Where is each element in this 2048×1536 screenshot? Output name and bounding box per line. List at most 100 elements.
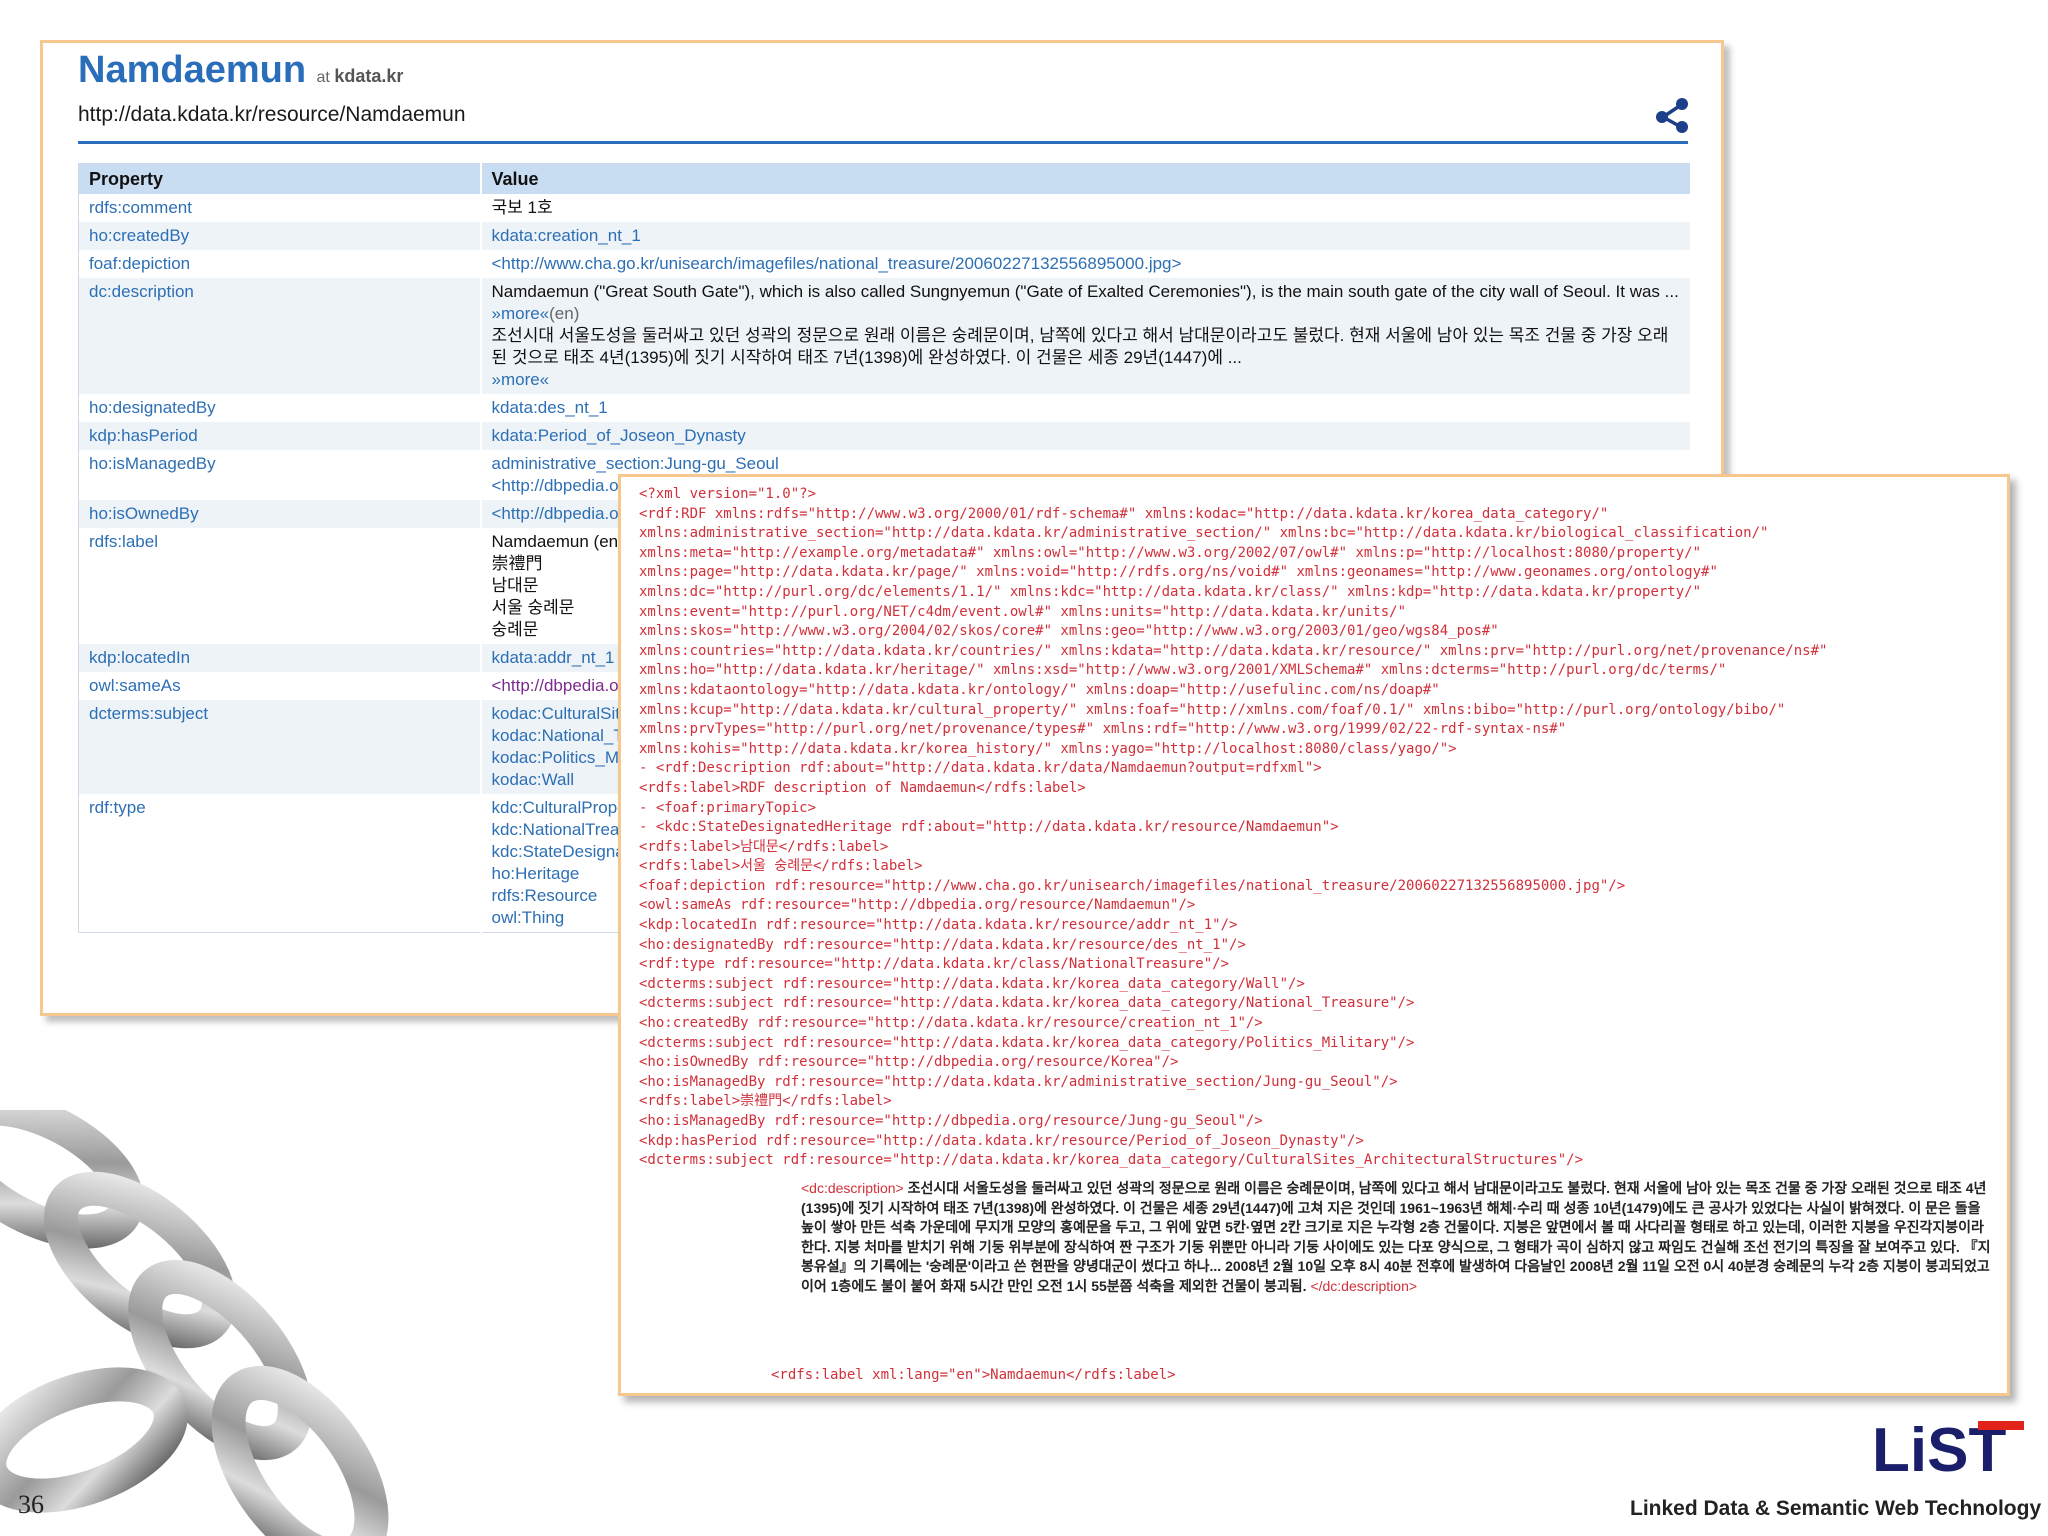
xml-line: <dcterms:subject rdf:resource="http://da… xyxy=(639,995,1415,1012)
entity-title-row: Namdaemun at kdata.kr xyxy=(78,49,403,99)
page-number: 36 xyxy=(18,1490,44,1519)
value-link[interactable]: kdata:Period_of_Joseon_Dynasty xyxy=(492,425,1680,447)
more-link[interactable]: »more« xyxy=(492,369,1680,391)
xml-line: <dcterms:subject rdf:resource="http://da… xyxy=(639,975,1305,992)
more-link[interactable]: »more« xyxy=(492,304,550,323)
xml-line: <kdp:hasPeriod rdf:resource="http://data… xyxy=(639,1132,1364,1149)
xml-line: <ho:isOwnedBy rdf:resource="http://dbped… xyxy=(639,1054,1179,1071)
rdf-xml-panel: <?xml version="1.0"?> <rdf:RDF xmlns:rdfs… xyxy=(618,474,2010,1396)
xml-line: <rdf:type rdf:resource="http://data.kdat… xyxy=(639,956,1230,973)
source-name: kdata.kr xyxy=(334,66,404,86)
property-cell: dcterms:subject xyxy=(78,700,482,794)
xml-line: xmlns:page="http://data.kdata.kr/page/" … xyxy=(639,564,1718,581)
share-icon[interactable] xyxy=(1653,95,1693,135)
xml-line: <ho:createdBy rdf:resource="http://data.… xyxy=(639,1015,1263,1032)
xml-line: <ho:isManagedBy rdf:resource="http://dat… xyxy=(639,1073,1398,1090)
description-ko: 조선시대 서울도성을 둘러싸고 있던 성곽의 정문으로 원래 이름은 숭례문이며… xyxy=(492,325,1680,391)
table-row: ho:designatedBy kdata:des_nt_1 xyxy=(78,394,1692,422)
property-column-header: Property xyxy=(78,163,482,194)
xml-line: <dcterms:subject rdf:resource="http://da… xyxy=(639,1034,1415,1051)
xml-line: <owl:sameAs rdf:resource="http://dbpedia… xyxy=(639,897,1196,914)
table-row: foaf:depiction <http://www.cha.go.kr/unis… xyxy=(78,250,1692,278)
xml-line: xmlns:kcup="http://data.kdata.kr/cultura… xyxy=(639,701,1786,718)
xml-line: <rdfs:label>RDF description of Namdaemun… xyxy=(639,779,1086,796)
value-cell: kdata:creation_nt_1 xyxy=(480,222,1692,250)
property-link[interactable]: rdf:type xyxy=(89,798,146,817)
xml-line: - <kdc:StateDesignatedHeritage rdf:about… xyxy=(639,819,1339,836)
table-row: kdp:hasPeriod kdata:Period_of_Joseon_Dyna… xyxy=(78,422,1692,450)
xml-line: xmlns:administrative_section="http://dat… xyxy=(639,525,1769,542)
xml-line: xmlns:ho="http://data.kdata.kr/heritage/… xyxy=(639,662,1727,679)
description-en: Namdaemun ("Great South Gate"), which is… xyxy=(492,281,1680,325)
property-link[interactable]: rdfs:label xyxy=(89,532,158,551)
property-link[interactable]: foaf:depiction xyxy=(89,254,190,273)
value-cell: kdata:Period_of_Joseon_Dynasty xyxy=(480,422,1692,450)
property-cell: ho:isManagedBy xyxy=(78,450,482,500)
xml-line: xmlns:dc="http://purl.org/dc/elements/1.… xyxy=(639,583,1702,600)
property-link[interactable]: dc:description xyxy=(89,282,194,301)
xml-line: xmlns:skos="http://www.w3.org/2004/02/sk… xyxy=(639,623,1499,640)
xml-label-en-line: <rdfs:label xml:lang="en">Namdaemun</rdf… xyxy=(771,1367,1176,1383)
xml-line: <rdfs:label>崇禮門</rdfs:label> xyxy=(639,1093,892,1110)
chain-decoration xyxy=(0,1110,389,1536)
property-cell: rdfs:comment xyxy=(78,194,482,222)
xml-line: <?xml version="1.0"?> xyxy=(639,486,817,502)
property-link[interactable]: owl:sameAs xyxy=(89,676,181,695)
xml-line: <kdp:locatedIn rdf:resource="http://data… xyxy=(639,917,1238,934)
xml-line: xmlns:event="http://purl.org/NET/c4dm/ev… xyxy=(639,603,1407,620)
title-at-label: at xyxy=(316,69,330,86)
value-link[interactable]: <http://www.cha.go.kr/unisearch/imagefil… xyxy=(492,253,1680,275)
property-cell: kdp:locatedIn xyxy=(78,644,482,672)
value-link[interactable]: kdata:creation_nt_1 xyxy=(492,225,1680,247)
xml-line: <ho:isManagedBy rdf:resource="http://dbp… xyxy=(639,1113,1263,1129)
xml-line: <rdfs:label>남대문</rdfs:label> xyxy=(639,838,889,855)
property-cell: owl:sameAs xyxy=(78,672,482,700)
value-link[interactable]: kdata:des_nt_1 xyxy=(492,397,1680,419)
property-cell: kdp:hasPeriod xyxy=(78,422,482,450)
property-link[interactable]: dcterms:subject xyxy=(89,704,208,723)
property-link[interactable]: ho:createdBy xyxy=(89,226,189,245)
property-link[interactable]: kdp:locatedIn xyxy=(89,648,190,667)
property-cell: ho:isOwnedBy xyxy=(78,500,482,528)
title-divider xyxy=(78,141,1688,144)
xml-line: <rdfs:label>서울 숭례문</rdfs:label> xyxy=(639,858,923,875)
value-link[interactable]: administrative_section:Jung-gu_Seoul xyxy=(492,453,1680,475)
property-link[interactable]: ho:isOwnedBy xyxy=(89,504,199,523)
xml-line: xmlns:meta="http://example.org/metadata#… xyxy=(639,544,1702,561)
property-link[interactable]: ho:isManagedBy xyxy=(89,454,216,473)
value-column-header: Value xyxy=(480,163,1692,194)
table-row: dc:description Namdaemun ("Great South Ga… xyxy=(78,278,1692,394)
entity-title: Namdaemun xyxy=(78,49,307,91)
property-cell: rdfs:label xyxy=(78,528,482,644)
xml-line: <ho:designatedBy rdf:resource="http://da… xyxy=(639,936,1246,953)
xml-line: <dcterms:subject rdf:resource="http://da… xyxy=(639,1152,1584,1169)
value-cell: <http://www.cha.go.kr/unisearch/imagefil… xyxy=(480,250,1692,278)
xml-line: <rdf:RDF xmlns:rdfs="http://www.w3.org/2… xyxy=(639,505,1609,522)
xml-line: xmlns:countries="http://data.kdata.kr/co… xyxy=(639,642,1828,659)
property-cell: foaf:depiction xyxy=(78,250,482,278)
table-header-row: Property Value xyxy=(78,163,1692,194)
course-title: Linked Data & Semantic Web Technology xyxy=(1630,1497,2042,1520)
value-cell: 국보 1호 xyxy=(480,194,1692,222)
rdf-xml-source: <?xml version="1.0"?> <rdf:RDF xmlns:rdfs… xyxy=(639,485,1999,1171)
property-link[interactable]: ho:designatedBy xyxy=(89,398,216,417)
value-text: 국보 1호 xyxy=(491,198,553,217)
xml-description-block: <dc:description> 조선시대 서울도성을 둘러싸고 있던 성곽의 … xyxy=(801,1179,1991,1297)
xml-description-close-tag: </dc:description> xyxy=(1310,1277,1418,1294)
xml-line: - <foaf:primaryTopic> xyxy=(639,799,817,816)
property-link[interactable]: rdfs:comment xyxy=(89,198,192,217)
property-link[interactable]: kdp:hasPeriod xyxy=(89,426,198,445)
property-cell: ho:createdBy xyxy=(78,222,482,250)
list-logo: LiST xyxy=(1872,1416,2024,1479)
xml-line: xmlns:kdataontology="http://data.kdata.k… xyxy=(639,681,1440,698)
lang-tag: (en) xyxy=(549,304,580,323)
xml-line: xmlns:prvTypes="http://purl.org/net/prov… xyxy=(639,721,1567,738)
xml-description-open-tag: <dc:description> xyxy=(801,1180,904,1196)
value-cell: Namdaemun ("Great South Gate"), which is… xyxy=(480,278,1692,394)
resource-uri: http://data.kdata.kr/resource/Namdaemun xyxy=(78,103,466,126)
property-cell: rdf:type xyxy=(78,794,482,933)
property-cell: dc:description xyxy=(78,278,482,394)
xml-line: <foaf:depiction rdf:resource="http://www… xyxy=(639,877,1626,894)
xml-line: xmlns:kohis="http://data.kdata.kr/korea_… xyxy=(639,740,1457,757)
property-cell: ho:designatedBy xyxy=(78,394,482,422)
